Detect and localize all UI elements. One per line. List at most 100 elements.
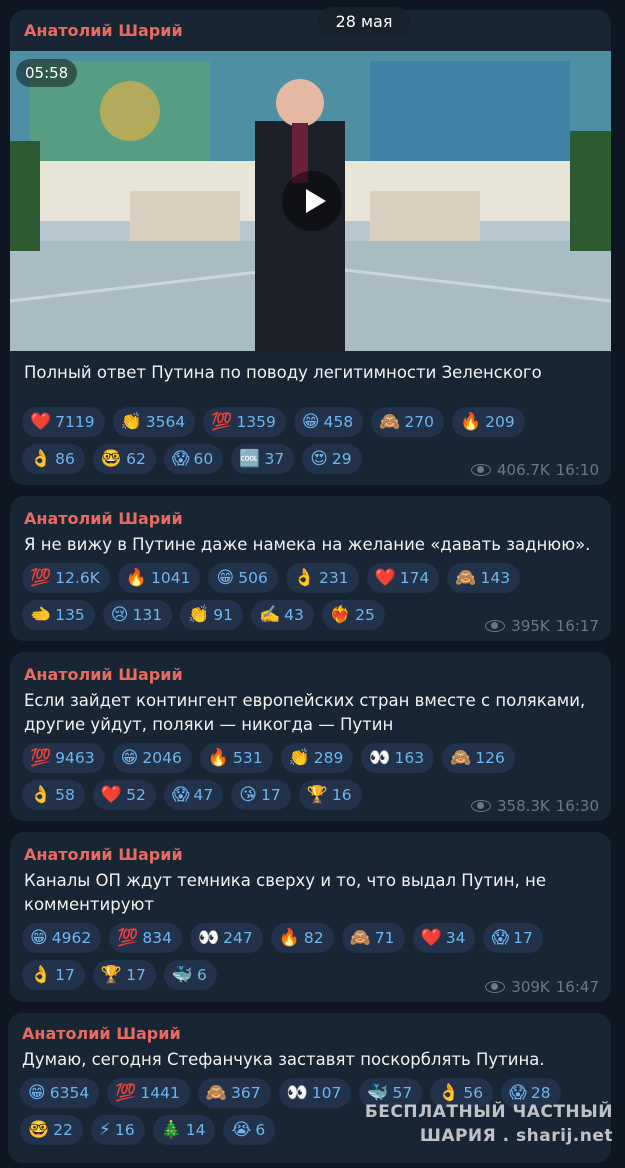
reaction-chip[interactable]: 👌 17 xyxy=(22,959,85,990)
reaction-chip[interactable]: 😢 131 xyxy=(102,599,173,630)
reaction-chip[interactable]: 🏆 17 xyxy=(92,959,156,990)
reaction-chip[interactable]: 👏 3564 xyxy=(112,406,196,437)
reaction-chip[interactable]: ✍️ 43 xyxy=(251,599,314,630)
message[interactable]: Анатолий Шарий Я не вижу в Путине даже н… xyxy=(10,496,611,641)
reaction-count: 367 xyxy=(230,1083,261,1102)
reaction-chip[interactable]: 🤓 22 xyxy=(20,1114,83,1145)
reaction-emoji-icon: 🤓 xyxy=(100,448,123,469)
reaction-emoji-icon: ❤️ xyxy=(100,784,123,805)
reaction-count: 34 xyxy=(445,928,466,947)
reaction-chip[interactable]: 👀 247 xyxy=(189,922,263,953)
reaction-chip[interactable]: 🐳 6 xyxy=(163,959,217,990)
reaction-emoji-icon: 🔥 xyxy=(278,927,300,948)
reaction-count: 71 xyxy=(374,928,395,947)
message-text: Если зайдет контингент европейских стран… xyxy=(24,691,586,734)
reaction-emoji-icon: 🤓 xyxy=(28,1119,50,1140)
reaction-chip[interactable]: 👌 231 xyxy=(285,562,359,593)
views-count: 309K xyxy=(511,978,550,996)
reaction-chip[interactable]: 💯 9463 xyxy=(22,742,105,773)
reaction-chip[interactable]: 🙈 126 xyxy=(442,742,515,773)
views-count: 358.3K xyxy=(496,797,550,815)
message-text: Каналы ОП ждут темника сверху и то, что … xyxy=(24,871,546,914)
reaction-chip[interactable]: 😁 458 xyxy=(293,406,364,437)
reaction-chip[interactable]: ❤️ 7119 xyxy=(22,406,105,437)
reaction-chip[interactable]: 🏆 16 xyxy=(298,779,362,810)
reaction-count: 22 xyxy=(53,1120,73,1139)
reaction-chip[interactable]: 👀 163 xyxy=(361,742,435,773)
reaction-chip[interactable]: 😁 506 xyxy=(208,562,278,593)
reaction-chip[interactable]: ❤️‍🔥 25 xyxy=(321,599,385,630)
watermark-line-1: БЕСПЛАТНЫЙ ЧАСТНЫЙ xyxy=(364,1102,613,1122)
reaction-count: 163 xyxy=(394,748,425,767)
message-author[interactable]: Анатолий Шарий xyxy=(10,664,611,686)
reaction-emoji-icon: 🫲 xyxy=(30,604,52,625)
reaction-chip[interactable]: 🙈 71 xyxy=(341,922,405,953)
message[interactable]: Анатолий Шарий Если зайдет контингент ев… xyxy=(10,652,611,821)
reaction-chip[interactable]: 🔥 1041 xyxy=(117,562,201,593)
reaction-chip[interactable]: 🙈 367 xyxy=(197,1077,271,1108)
reaction-chip[interactable]: 💯 834 xyxy=(109,922,182,953)
message-author[interactable]: Анатолий Шарий xyxy=(8,1023,611,1045)
reaction-chip[interactable]: 🔥 209 xyxy=(451,406,525,437)
reaction-chip[interactable]: 🫲 135 xyxy=(22,599,95,630)
reaction-chip[interactable]: ❤️ 52 xyxy=(92,779,156,810)
message-author[interactable]: Анатолий Шарий xyxy=(10,844,611,866)
reaction-count: 3564 xyxy=(145,412,186,431)
reaction-chip[interactable]: 🤓 62 xyxy=(92,443,156,474)
message-video[interactable]: Анатолий Шарий 05:58 Полный ответ Путина… xyxy=(10,10,611,485)
reaction-chip[interactable]: 🙈 270 xyxy=(371,406,444,437)
reaction-chip[interactable]: 🎄 14 xyxy=(152,1114,216,1145)
reaction-chip[interactable]: ⚡ 16 xyxy=(90,1114,145,1145)
reaction-chip[interactable]: ❤️ 174 xyxy=(366,562,440,593)
reaction-chip[interactable]: 👏 289 xyxy=(280,742,354,773)
reaction-row: ❤️ 7119 👏 3564 💯 1359 😁 458 🙈 270 🔥 209 xyxy=(22,403,599,440)
reaction-chip[interactable]: 🔥 82 xyxy=(270,922,334,953)
reaction-chip[interactable]: ❤️ 34 xyxy=(412,922,476,953)
reaction-emoji-icon: 👏 xyxy=(288,747,310,768)
reaction-chip[interactable]: 💯 1441 xyxy=(107,1077,190,1108)
reaction-emoji-icon: 💯 xyxy=(211,411,233,432)
reaction-chip[interactable]: 👌 58 xyxy=(22,779,85,810)
reaction-emoji-icon: ❤️ xyxy=(30,411,52,432)
reaction-count: 458 xyxy=(323,412,354,431)
reaction-count: 135 xyxy=(55,605,85,624)
reaction-chip[interactable]: 😭 6 xyxy=(223,1114,276,1145)
reaction-count: 62 xyxy=(126,449,146,468)
reaction-chip[interactable]: 👀 107 xyxy=(278,1077,352,1108)
reaction-chip[interactable]: 😱 47 xyxy=(163,779,224,810)
reaction-chip[interactable]: 😁 2046 xyxy=(112,742,192,773)
reaction-count: 82 xyxy=(303,928,324,947)
views-icon xyxy=(485,620,506,632)
reaction-chip[interactable]: 😱 60 xyxy=(163,443,224,474)
reaction-chip[interactable]: 🙈 143 xyxy=(447,562,521,593)
reaction-chip[interactable]: 🆒 37 xyxy=(231,443,295,474)
reaction-emoji-icon: 🎄 xyxy=(160,1119,182,1140)
reaction-chip[interactable]: 😍 29 xyxy=(302,443,362,474)
reaction-emoji-icon: ❤️ xyxy=(420,927,442,948)
reaction-count: 531 xyxy=(232,748,263,767)
reaction-chip[interactable]: 😁 6354 xyxy=(20,1077,100,1108)
reaction-chip[interactable]: 👏 91 xyxy=(180,599,243,630)
reaction-chip[interactable]: 😁 4962 xyxy=(22,922,102,953)
reaction-emoji-icon: 👌 xyxy=(293,567,315,588)
reaction-emoji-icon: 🏆 xyxy=(306,784,328,805)
reaction-chip[interactable]: 😱 17 xyxy=(483,922,543,953)
message[interactable]: Анатолий Шарий Каналы ОП ждут темника св… xyxy=(10,832,611,1002)
play-icon[interactable] xyxy=(282,171,342,231)
reaction-chip[interactable]: 😘 17 xyxy=(231,779,291,810)
reaction-emoji-icon: 😍 xyxy=(310,448,328,469)
reaction-chip[interactable]: 💯 1359 xyxy=(203,406,286,437)
reaction-count: 1041 xyxy=(151,568,191,587)
reaction-emoji-icon: 🙈 xyxy=(450,747,472,768)
reaction-count: 1441 xyxy=(140,1083,180,1102)
reaction-chip[interactable]: 💯 12.6K xyxy=(22,562,110,593)
message-author[interactable]: Анатолий Шарий xyxy=(10,20,611,42)
reaction-count: 17 xyxy=(126,965,146,984)
reaction-chip[interactable]: 👌 86 xyxy=(22,443,85,474)
video-thumbnail[interactable]: 05:58 xyxy=(10,51,611,351)
views-icon xyxy=(470,800,491,812)
reaction-count: 16 xyxy=(331,785,352,804)
message-author[interactable]: Анатолий Шарий xyxy=(10,508,611,530)
reaction-emoji-icon: 😱 xyxy=(171,448,190,469)
reaction-chip[interactable]: 🔥 531 xyxy=(199,742,273,773)
